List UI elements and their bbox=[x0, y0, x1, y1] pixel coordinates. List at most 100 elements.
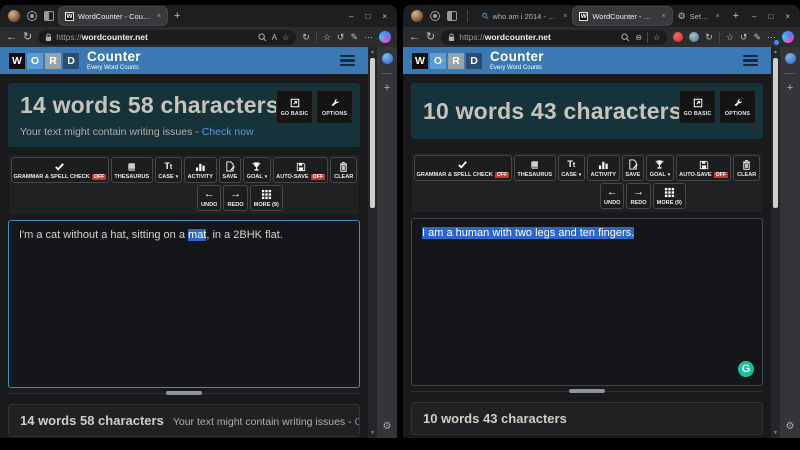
browser-essentials-icon[interactable] bbox=[27, 11, 37, 21]
extension-teal-icon[interactable] bbox=[689, 32, 699, 42]
resize-grip[interactable] bbox=[569, 389, 605, 393]
maximize-button[interactable]: □ bbox=[762, 12, 779, 21]
toolbar-button-label: REDO bbox=[630, 200, 646, 206]
favorite-star-icon[interactable]: ☆ bbox=[282, 33, 289, 42]
toolbar-button-case[interactable]: TtCASE▾ bbox=[558, 155, 585, 181]
tab-search[interactable]: who am i 2014 - Search × bbox=[476, 7, 573, 25]
toolbar-button-undo[interactable]: ←UNDO bbox=[197, 185, 221, 211]
toolbar-button-redo[interactable]: →REDO bbox=[626, 183, 650, 209]
scroll-up-icon[interactable]: ▲ bbox=[773, 49, 778, 55]
go-basic-label: GO BASIC bbox=[684, 111, 712, 117]
back-button[interactable]: ← bbox=[6, 32, 17, 43]
favorites-icon[interactable]: ☆ bbox=[726, 32, 734, 43]
toolbar-button-grammar-spell-check[interactable]: GRAMMAR & SPELL CHECKOFF bbox=[11, 157, 109, 183]
footer-check-now-link[interactable]: Check now bbox=[355, 416, 360, 428]
close-window-button[interactable]: × bbox=[779, 12, 796, 21]
toolbar-button-more-9[interactable]: MORE (9) bbox=[250, 185, 283, 211]
address-bar[interactable]: https://wordcounter.net A ☆ bbox=[38, 30, 296, 45]
scroll-up-icon[interactable]: ▲ bbox=[370, 49, 375, 55]
refresh-sync-icon[interactable]: ↻ bbox=[302, 32, 310, 43]
toolbar-button-undo[interactable]: ←UNDO bbox=[600, 183, 624, 209]
back-button[interactable]: ← bbox=[409, 32, 420, 43]
go-basic-button[interactable]: GO BASIC bbox=[276, 90, 313, 124]
zoom-icon[interactable] bbox=[621, 33, 630, 42]
grammarly-icon[interactable]: G bbox=[738, 361, 754, 377]
collections-icon[interactable]: ✎ bbox=[350, 32, 358, 43]
profile-avatar[interactable] bbox=[411, 10, 423, 22]
new-tab-button[interactable]: + bbox=[726, 10, 746, 22]
minimize-button[interactable]: – bbox=[343, 12, 359, 21]
read-aloud-icon[interactable]: A bbox=[272, 33, 277, 42]
scrollbar-thumb[interactable] bbox=[370, 58, 375, 208]
toolbar-button-auto-save[interactable]: AUTO-SAVEOFF bbox=[676, 155, 731, 181]
close-window-button[interactable]: × bbox=[376, 12, 393, 21]
tab-close-icon[interactable]: × bbox=[716, 13, 720, 20]
refresh-button[interactable]: ↻ bbox=[23, 32, 32, 43]
settings-menu-icon[interactable]: ⋯ bbox=[767, 32, 776, 43]
toolbar-button-case[interactable]: TtCASE▾ bbox=[155, 157, 182, 183]
favorites-icon[interactable]: ☆ bbox=[323, 32, 331, 43]
toolbar-button-activity[interactable]: ACTIVITY bbox=[184, 157, 217, 183]
sidebar-add-icon[interactable]: + bbox=[787, 83, 793, 94]
toolbar-button-more-9[interactable]: MORE (9) bbox=[653, 183, 686, 209]
options-button[interactable]: OPTIONS bbox=[719, 90, 756, 124]
tab-wordcounter[interactable]: W WordCounter - Count Words & C × bbox=[59, 7, 167, 25]
toolbar-button-redo[interactable]: →REDO bbox=[223, 185, 247, 211]
go-basic-button[interactable]: GO BASIC bbox=[679, 90, 716, 124]
tracking-prevention-icon[interactable]: ⊖ bbox=[635, 33, 642, 42]
minimize-button[interactable]: – bbox=[746, 12, 762, 21]
extension-red-icon[interactable] bbox=[673, 32, 683, 42]
toolbar-button-goal[interactable]: GOAL▾ bbox=[646, 155, 674, 181]
sidebar-settings-gear-icon[interactable]: ⚙ bbox=[383, 422, 392, 432]
refresh-sync-icon[interactable]: ↻ bbox=[705, 32, 713, 43]
browser-essentials-icon[interactable] bbox=[430, 11, 440, 21]
history-icon[interactable]: ↺ bbox=[740, 32, 748, 43]
copilot-icon[interactable] bbox=[379, 31, 391, 43]
scrollbar-thumb[interactable] bbox=[773, 58, 778, 208]
toolbar-button-save[interactable]: SAVE bbox=[219, 157, 241, 183]
toolbar-button-thesaurus[interactable]: THESAURUS bbox=[111, 157, 153, 183]
text-editor[interactable]: I'm a cat without a hat, sitting on a ma… bbox=[8, 220, 360, 388]
toolbar-button-grammar-spell-check[interactable]: GRAMMAR & SPELL CHECKOFF bbox=[414, 155, 512, 181]
tab-close-icon[interactable]: × bbox=[157, 13, 161, 20]
tab-close-icon[interactable]: × bbox=[661, 13, 665, 20]
page-scrollbar[interactable]: ▲ ▼ bbox=[771, 47, 780, 438]
workspaces-icon[interactable] bbox=[447, 11, 457, 21]
sidebar-app-icon[interactable] bbox=[382, 53, 393, 64]
toolbar-button-activity[interactable]: ACTIVITY bbox=[587, 155, 620, 181]
scroll-down-icon[interactable]: ▼ bbox=[773, 430, 778, 436]
scroll-down-icon[interactable]: ▼ bbox=[370, 430, 375, 436]
toolbar-button-save[interactable]: SAVE bbox=[622, 155, 644, 181]
copilot-icon[interactable] bbox=[782, 31, 794, 43]
maximize-button[interactable]: □ bbox=[359, 12, 376, 21]
history-icon[interactable]: ↺ bbox=[337, 32, 345, 43]
toolbar-button-clear[interactable]: CLEAR bbox=[733, 155, 760, 181]
toolbar-button-goal[interactable]: GOAL▾ bbox=[243, 157, 271, 183]
page-scrollbar[interactable]: ▲ ▼ bbox=[368, 47, 377, 438]
settings-menu-icon[interactable]: ⋯ bbox=[364, 32, 373, 43]
sidebar-app-icon[interactable] bbox=[785, 53, 796, 64]
toolbar-button-clear[interactable]: CLEAR bbox=[330, 157, 357, 183]
external-link-icon bbox=[290, 98, 300, 108]
favorite-star-icon[interactable]: ☆ bbox=[653, 33, 660, 42]
address-bar[interactable]: https://wordcounter.net ⊖ ☆ bbox=[441, 30, 667, 45]
tab-settings[interactable]: ⚙ Settings × bbox=[672, 7, 726, 25]
resize-grip[interactable] bbox=[166, 391, 202, 395]
options-button[interactable]: OPTIONS bbox=[316, 90, 353, 124]
tab-close-icon[interactable]: × bbox=[563, 13, 567, 20]
text-editor[interactable]: I am a human with two legs and ten finge… bbox=[411, 218, 763, 386]
refresh-button[interactable]: ↻ bbox=[426, 32, 435, 43]
check-now-link[interactable]: Check now bbox=[202, 126, 254, 138]
zoom-icon[interactable] bbox=[258, 33, 267, 42]
new-tab-button[interactable]: + bbox=[167, 10, 187, 22]
toolbar-button-thesaurus[interactable]: THESAURUS bbox=[514, 155, 556, 181]
tab-wordcounter[interactable]: W WordCounter - Count Wo × bbox=[573, 7, 671, 25]
toolbar-button-auto-save[interactable]: AUTO-SAVEOFF bbox=[273, 157, 328, 183]
menu-hamburger-icon[interactable] bbox=[340, 55, 355, 67]
workspaces-icon[interactable] bbox=[44, 11, 54, 21]
sidebar-settings-gear-icon[interactable]: ⚙ bbox=[786, 422, 795, 432]
profile-avatar[interactable] bbox=[8, 10, 20, 22]
sidebar-add-icon[interactable]: + bbox=[384, 83, 390, 94]
menu-hamburger-icon[interactable] bbox=[743, 55, 758, 67]
collections-icon[interactable]: ✎ bbox=[753, 32, 761, 43]
